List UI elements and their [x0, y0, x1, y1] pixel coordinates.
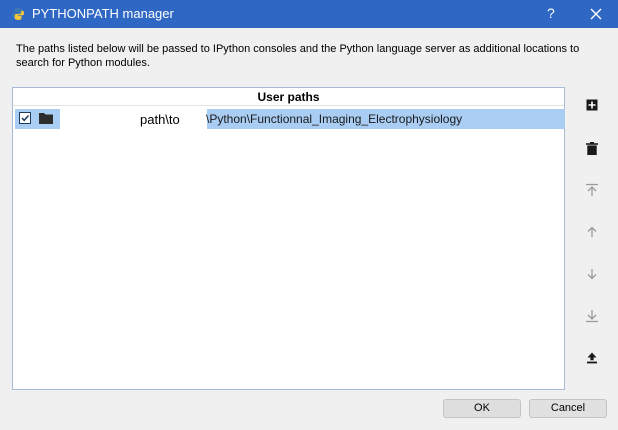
- folder-icon: [39, 113, 53, 124]
- arrow-up-icon: [587, 226, 597, 237]
- move-to-bottom-button[interactable]: [582, 306, 602, 326]
- move-to-bottom-icon: [586, 310, 598, 323]
- title-bar: PYTHONPATH manager ?: [0, 0, 618, 28]
- move-to-top-button[interactable]: [582, 180, 602, 200]
- move-to-top-icon: [586, 183, 598, 196]
- python-logo-icon: [12, 8, 24, 20]
- arrow-down-icon: [587, 269, 597, 280]
- list-item[interactable]: path\to \Python\Functionnal_Imaging_Elec…: [15, 109, 565, 129]
- cancel-button[interactable]: Cancel: [529, 399, 607, 418]
- path-text: \Python\Functionnal_Imaging_Electrophysi…: [206, 112, 463, 126]
- export-icon: [587, 352, 597, 364]
- user-paths-list[interactable]: User paths path\to \Python\Functionnal_I…: [12, 87, 565, 390]
- trash-icon: [586, 141, 598, 155]
- help-button[interactable]: ?: [547, 5, 555, 21]
- redacted-path-text: path\to: [140, 112, 180, 127]
- move-up-button[interactable]: [582, 222, 602, 242]
- add-path-icon: [586, 99, 598, 111]
- list-header: User paths: [13, 88, 564, 106]
- checkmark-icon: [21, 115, 30, 122]
- export-button[interactable]: [582, 348, 602, 368]
- redacted-area: [60, 109, 207, 129]
- move-down-button[interactable]: [582, 264, 602, 284]
- description-text: The paths listed below will be passed to…: [16, 43, 580, 69]
- remove-path-button[interactable]: [582, 138, 602, 158]
- path-checkbox[interactable]: [19, 112, 31, 124]
- ok-button[interactable]: OK: [443, 399, 521, 418]
- close-icon[interactable]: [588, 6, 604, 22]
- window-title: PYTHONPATH manager: [32, 6, 174, 21]
- add-path-button[interactable]: [582, 95, 602, 115]
